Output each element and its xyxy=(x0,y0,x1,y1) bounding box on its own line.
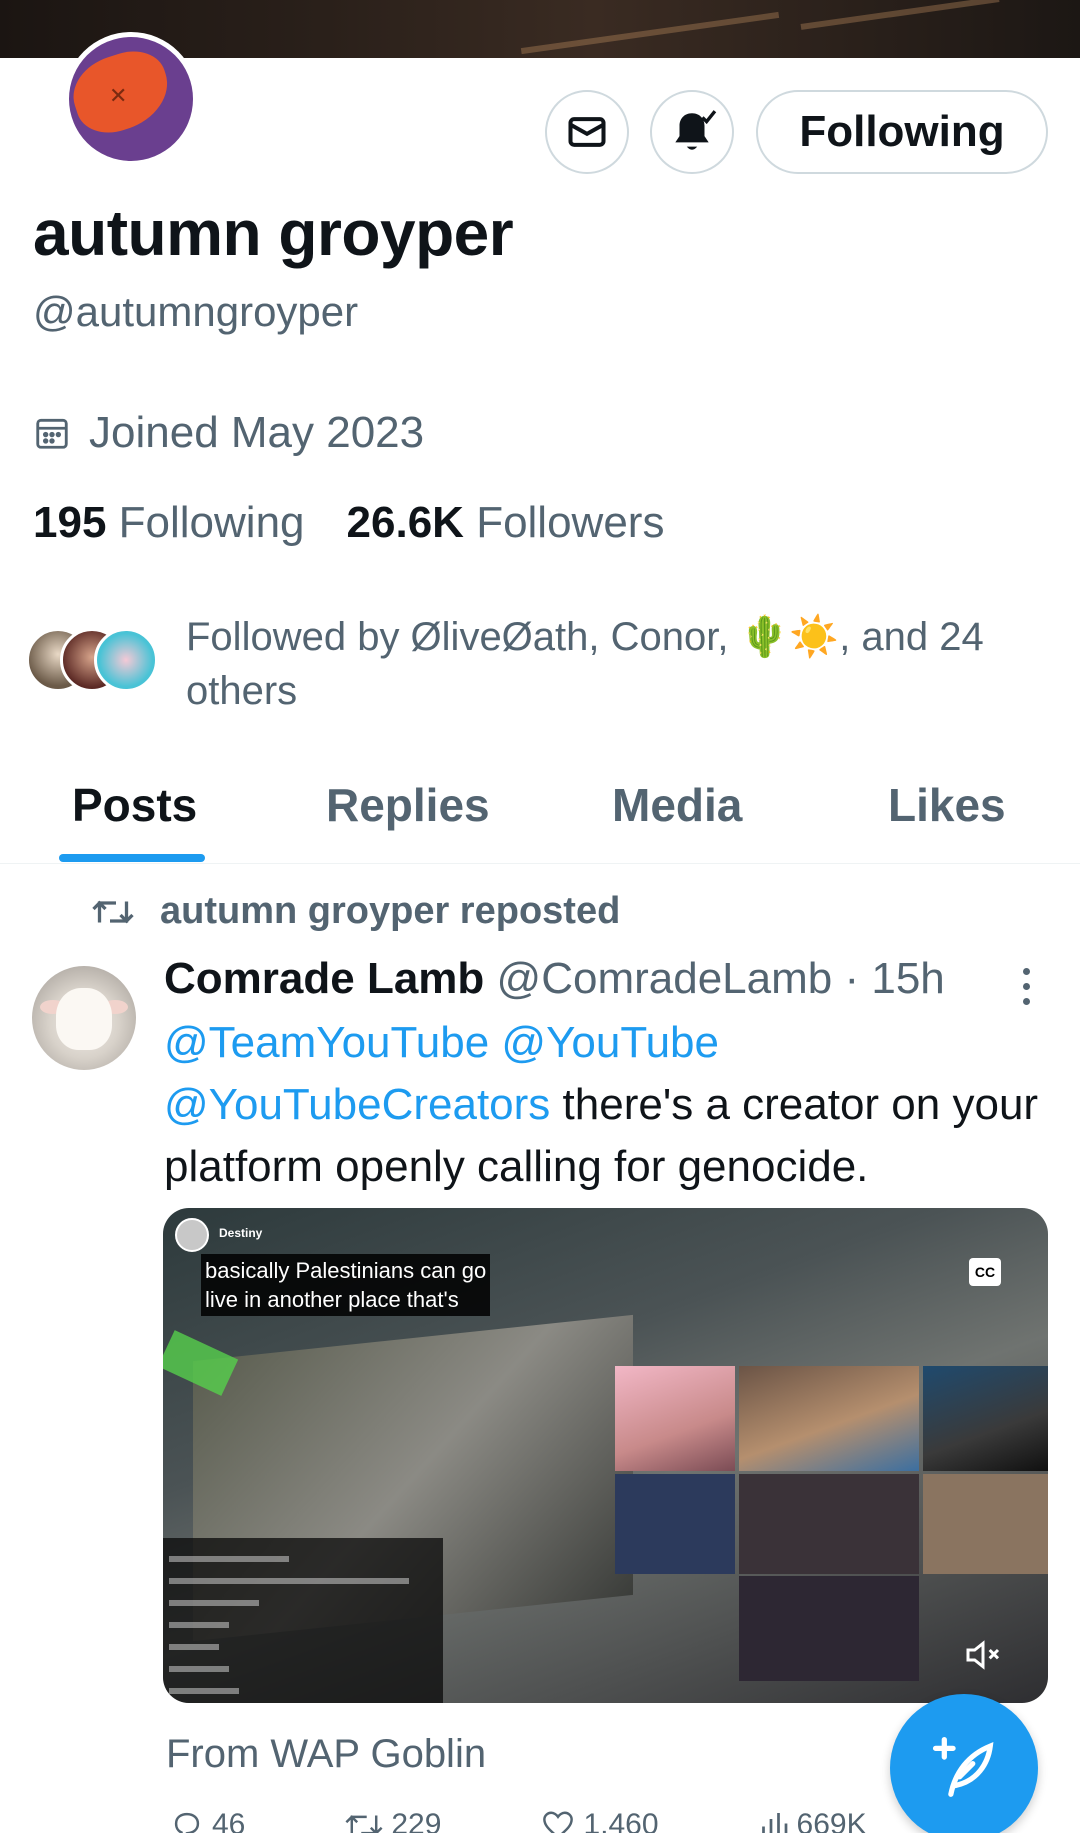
caption-line: live in another place that's xyxy=(205,1287,459,1312)
bell-check-icon xyxy=(675,110,717,150)
channel-avatar xyxy=(175,1218,209,1252)
repost-icon xyxy=(345,1815,383,1833)
post-video[interactable]: Destiny basically Palestinians can go li… xyxy=(163,1208,1048,1703)
webcam-feed xyxy=(615,1474,735,1574)
post-time[interactable]: 15h xyxy=(871,954,944,1003)
tab-replies[interactable]: Replies xyxy=(326,778,490,832)
repost-label: autumn groyper reposted xyxy=(160,890,621,932)
joined-date: Joined May 2023 xyxy=(33,408,424,458)
tab-media[interactable]: Media xyxy=(612,778,742,832)
follower-avatar xyxy=(94,628,158,692)
webcam-feed xyxy=(923,1474,1048,1574)
message-button[interactable] xyxy=(545,90,629,174)
followed-by[interactable]: Followed by ØliveØath, Conor, 🌵☀️, and 2… xyxy=(26,610,1016,718)
post-text: @TeamYouTube @YouTube @YouTubeCreators t… xyxy=(164,1012,1044,1198)
reply-icon xyxy=(174,1812,200,1833)
post-author-handle[interactable]: @ComradeLamb xyxy=(497,954,833,1003)
tab-likes[interactable]: Likes xyxy=(888,778,1006,832)
following-button[interactable]: Following xyxy=(756,90,1048,174)
speaker-muted-icon xyxy=(966,1640,1000,1670)
followed-by-text: Followed by ØliveØath, Conor, 🌵☀️, and 2… xyxy=(186,615,984,713)
mute-button[interactable] xyxy=(963,1638,1003,1677)
webcam-feed xyxy=(615,1366,735,1471)
calendar-icon xyxy=(36,418,68,449)
views-count: 669K xyxy=(796,1808,867,1833)
stream-chat-overlay xyxy=(163,1538,443,1703)
webcam-feed xyxy=(739,1474,919,1574)
webcam-feed xyxy=(923,1366,1048,1471)
profile-stats: 195 Following 26.6K Followers xyxy=(33,498,664,548)
post-author-name[interactable]: Comrade Lamb xyxy=(164,954,484,1003)
joined-label: Joined May 2023 xyxy=(89,408,425,457)
caption-line: basically Palestinians can go xyxy=(205,1258,487,1283)
active-tab-indicator xyxy=(59,854,205,862)
post-header: Comrade Lamb @ComradeLamb · 15h xyxy=(164,954,945,1004)
mention-link[interactable]: @YouTube xyxy=(501,1018,719,1067)
feather-plus-icon xyxy=(932,1736,994,1797)
following-count: 195 xyxy=(33,498,107,547)
video-source[interactable]: From WAP Goblin xyxy=(166,1732,486,1777)
video-caption: basically Palestinians can go live in an… xyxy=(201,1254,491,1316)
post-separator: · xyxy=(844,954,860,1003)
profile-tabs: Posts Replies Media Likes xyxy=(0,760,1080,864)
views-chart-icon xyxy=(761,1813,787,1833)
views-button[interactable]: 669K xyxy=(759,1808,867,1833)
closed-captions-button[interactable]: CC xyxy=(969,1258,1001,1286)
heart-icon xyxy=(543,1811,574,1833)
post-author-avatar[interactable] xyxy=(32,966,136,1070)
following-stat[interactable]: 195 Following xyxy=(33,498,305,548)
notifications-button[interactable] xyxy=(650,90,734,174)
followers-label: Followers xyxy=(476,498,665,547)
mention-link[interactable]: @TeamYouTube xyxy=(164,1018,489,1067)
like-button[interactable]: 1,460 xyxy=(541,1808,659,1833)
repost-button[interactable]: 229 xyxy=(345,1808,441,1833)
repost-icon xyxy=(92,900,134,923)
follower-avatars xyxy=(26,628,158,698)
followers-count: 26.6K xyxy=(346,498,464,547)
more-options-icon[interactable] xyxy=(1016,968,1036,1005)
like-count: 1,460 xyxy=(583,1808,659,1833)
envelope-icon xyxy=(568,117,606,147)
tab-posts[interactable]: Posts xyxy=(72,778,197,832)
reply-count: 46 xyxy=(212,1808,246,1833)
repost-indicator: autumn groyper reposted xyxy=(92,890,620,933)
webcam-feed xyxy=(739,1366,919,1471)
post-actions: 46 229 1,460 669K xyxy=(170,1808,970,1833)
webcam-feed xyxy=(739,1576,919,1681)
repost-count: 229 xyxy=(391,1808,442,1833)
user-handle: @autumngroyper xyxy=(33,288,359,335)
display-name: autumn groyper xyxy=(33,197,514,269)
following-label: Following xyxy=(118,498,305,547)
profile-avatar[interactable]: ✕ xyxy=(64,32,198,166)
mention-link[interactable]: @YouTubeCreators xyxy=(164,1080,550,1129)
followers-stat[interactable]: 26.6K Followers xyxy=(347,498,665,548)
reply-button[interactable]: 46 xyxy=(170,1808,245,1833)
channel-name: Destiny xyxy=(219,1226,263,1240)
compose-post-button[interactable] xyxy=(890,1694,1038,1833)
